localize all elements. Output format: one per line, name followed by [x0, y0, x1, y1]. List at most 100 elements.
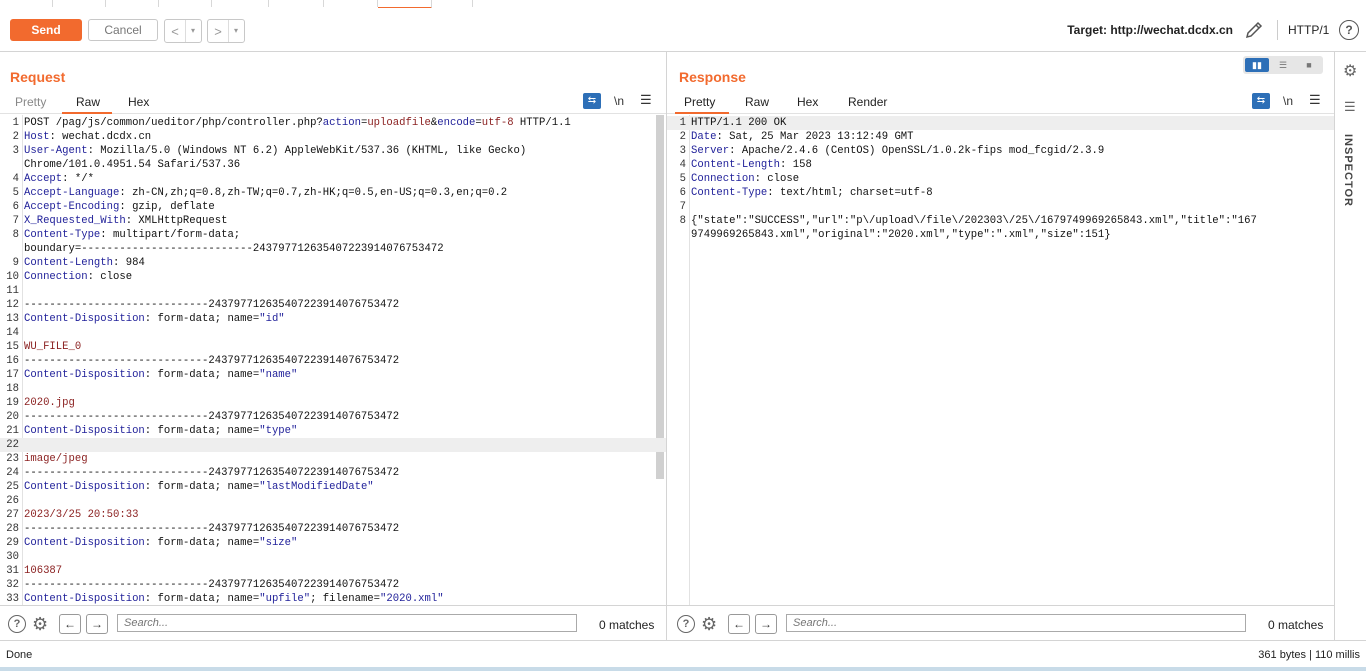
inspector-sidebar: ⚙ ☰ INSPECTOR [1335, 52, 1366, 640]
repeater-tab[interactable] [269, 0, 324, 7]
request-search-input[interactable] [117, 614, 577, 632]
send-button[interactable]: Send [10, 19, 82, 41]
code-line: 17 Content-Disposition: form-data; name="… [0, 368, 666, 382]
edit-target-icon[interactable] [1244, 20, 1264, 40]
gear-icon[interactable]: ⚙ [32, 614, 48, 635]
inspector-toggle[interactable]: INSPECTOR [1342, 134, 1354, 207]
tab-pretty[interactable]: Pretty [684, 95, 715, 109]
code-text: X_Requested_With: XMLHttpRequest [24, 215, 228, 227]
show-newlines-toggle[interactable]: \n [1283, 94, 1293, 108]
code-text: HTTP/1.1 200 OK [691, 117, 787, 129]
code-line: boundary=---------------------------2437… [0, 242, 666, 256]
help-icon[interactable]: ? [8, 615, 26, 633]
code-text: Content-Type: text/html; charset=utf-8 [691, 187, 933, 199]
menu-icon[interactable]: ☰ [640, 92, 652, 108]
repeater-tab[interactable] [212, 0, 269, 7]
wrap-lines-icon[interactable]: ⇆ [583, 93, 601, 109]
tab-raw[interactable]: Raw [745, 95, 769, 109]
gear-icon[interactable]: ⚙ [1343, 61, 1357, 81]
line-number: 30 [6, 551, 19, 563]
chevron-down-icon[interactable]: ▾ [185, 20, 200, 42]
code-text: Accept-Language: zh-CN,zh;q=0.8,zh-TW;q=… [24, 187, 508, 199]
code-text: Content-Disposition: form-data; name="na… [24, 369, 298, 381]
tab-render[interactable]: Render [848, 95, 887, 109]
line-number: 3 [12, 145, 19, 157]
request-title: Request [10, 69, 66, 85]
line-number: 19 [6, 397, 19, 409]
next-match-button[interactable]: → [86, 614, 108, 634]
line-number: 4 [12, 173, 19, 185]
code-text: Content-Disposition: form-data; name="up… [24, 593, 444, 605]
previous-match-button[interactable]: ← [728, 614, 750, 634]
repeater-tab[interactable] [324, 0, 378, 7]
line-number: 17 [6, 369, 19, 381]
show-newlines-toggle[interactable]: \n [614, 94, 624, 108]
line-number: 20 [6, 411, 19, 423]
next-match-button[interactable]: → [755, 614, 777, 634]
repeater-tab[interactable] [432, 0, 473, 7]
code-line: 24 -----------------------------243797712… [0, 466, 666, 480]
code-line: 11 [0, 284, 666, 298]
code-line: 15 WU_FILE_0 [0, 340, 666, 354]
code-line: 8 {"state":"SUCCESS","url":"p\/upload\/fi… [667, 214, 1334, 228]
previous-match-button[interactable]: ← [59, 614, 81, 634]
tab-hex[interactable]: Hex [128, 95, 149, 109]
code-text: -----------------------------24379771263… [24, 523, 400, 535]
code-text: Connection: close [24, 271, 133, 283]
line-number: 26 [6, 495, 19, 507]
response-stats: 361 bytes | 110 millis [1258, 649, 1360, 661]
layout-tabs-icon[interactable]: ■ [1297, 58, 1321, 72]
response-editor[interactable]: 1 HTTP/1.1 200 OK 2 Date: Sat, 25 Mar 2023 … [667, 115, 1334, 605]
line-number: 1 [12, 117, 19, 129]
line-number: 8 [12, 229, 19, 241]
code-text: 9749969265843.xml","original":"2020.xml"… [691, 229, 1111, 241]
line-number: 5 [679, 173, 686, 185]
request-editor[interactable]: 1 POST /pag/js/common/ueditor/php/control… [0, 115, 666, 605]
code-text: Server: Apache/2.4.6 (CentOS) OpenSSL/1.… [691, 145, 1105, 157]
menu-icon[interactable]: ☰ [1309, 92, 1321, 108]
tab-pretty[interactable]: Pretty [15, 95, 46, 109]
code-line: 7 X_Requested_With: XMLHttpRequest [0, 214, 666, 228]
gear-icon[interactable]: ⚙ [701, 614, 717, 635]
code-line: 9 Content-Length: 984 [0, 256, 666, 270]
layout-side-by-side-icon[interactable]: ▮▮ [1245, 58, 1269, 72]
protocol-selector[interactable]: HTTP/1 [1288, 23, 1329, 37]
line-number: 31 [6, 565, 19, 577]
wrap-lines-icon[interactable]: ⇆ [1252, 93, 1270, 109]
history-back-button[interactable]: < ▾ [164, 19, 202, 43]
response-search-input[interactable] [786, 614, 1246, 632]
tab-raw[interactable]: Raw [76, 95, 100, 109]
code-line: 33 Content-Disposition: form-data; name="… [0, 592, 666, 605]
code-text: -----------------------------24379771263… [24, 299, 400, 311]
line-number: 28 [6, 523, 19, 535]
help-icon[interactable]: ? [677, 615, 695, 633]
help-icon[interactable]: ? [1339, 20, 1359, 40]
code-text: Content-Length: 984 [24, 257, 145, 269]
code-text: Content-Disposition: form-data; name="si… [24, 537, 298, 549]
history-forward-button[interactable]: > ▾ [207, 19, 245, 43]
code-text: Content-Length: 158 [691, 159, 812, 171]
code-line: 9749969265843.xml","original":"2020.xml"… [667, 228, 1334, 242]
cancel-button[interactable]: Cancel [88, 19, 158, 41]
repeater-tab[interactable] [0, 0, 53, 7]
line-number: 9 [12, 257, 19, 269]
repeater-tab[interactable] [106, 0, 159, 7]
line-number: 3 [679, 145, 686, 157]
code-line: 16 -----------------------------243797712… [0, 354, 666, 368]
taskbar-strip [0, 667, 1366, 671]
line-number: 24 [6, 467, 19, 479]
tab-hex[interactable]: Hex [797, 95, 818, 109]
code-text: {"state":"SUCCESS","url":"p\/upload\/fil… [691, 215, 1257, 227]
repeater-tab[interactable] [159, 0, 212, 7]
code-line: 2 Host: wechat.dcdx.cn [0, 130, 666, 144]
repeater-tab[interactable] [53, 0, 106, 7]
menu-icon[interactable]: ☰ [1344, 99, 1356, 115]
code-text: Connection: close [691, 173, 800, 185]
code-text: 2023/3/25 20:50:33 [24, 509, 139, 521]
chevron-down-icon[interactable]: ▾ [228, 20, 243, 42]
line-number: 23 [6, 453, 19, 465]
line-number: 1 [679, 117, 686, 129]
code-line: Chrome/101.0.4951.54 Safari/537.36 [0, 158, 666, 172]
layout-stacked-icon[interactable]: ☰ [1271, 58, 1295, 72]
line-number: 13 [6, 313, 19, 325]
